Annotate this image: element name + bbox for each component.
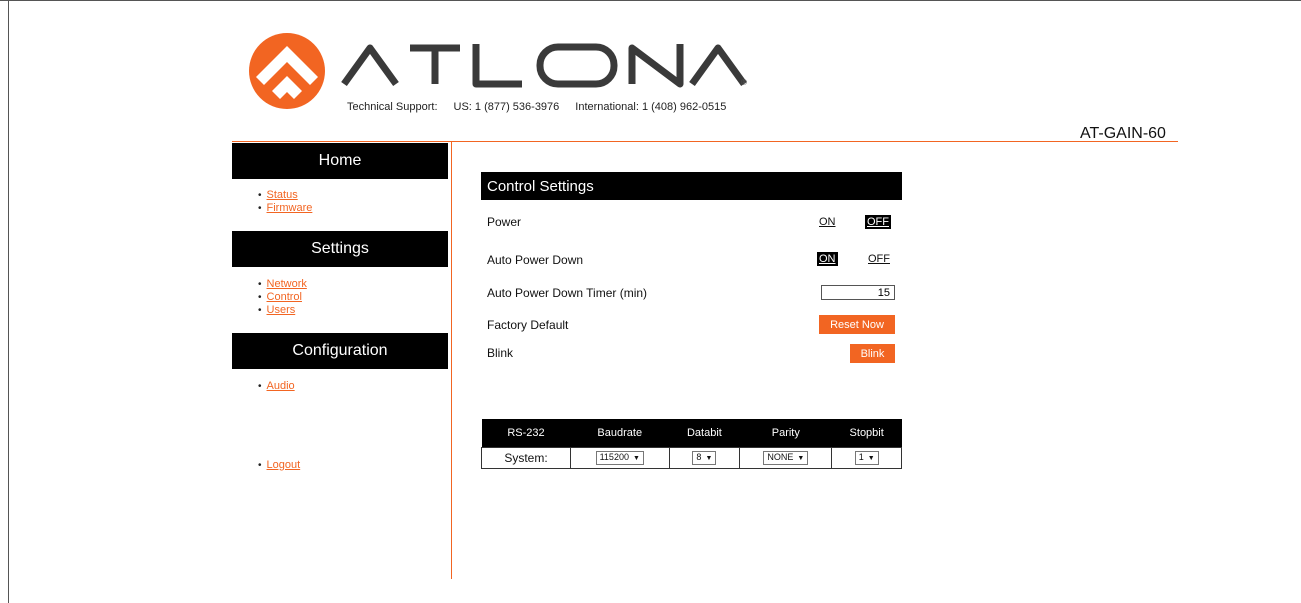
sidebar-item-audio: Audio	[258, 380, 295, 393]
atlona-wordmark	[341, 43, 747, 88]
sidebar-item-users: Users	[258, 304, 307, 317]
support-intl: International: 1 (408) 962-0515	[575, 101, 727, 113]
auto-power-down-label: Auto Power Down	[487, 253, 584, 267]
chevron-down-icon: ▼	[797, 455, 805, 462]
parity-cell: NONE ▼	[739, 447, 833, 469]
chevron-down-icon: ▼	[632, 455, 640, 462]
databit-select[interactable]: 8 ▼	[692, 451, 717, 465]
stopbit-select[interactable]: 1 ▼	[854, 451, 879, 465]
databit-header: Databit	[669, 419, 740, 448]
support-info: Technical Support: US: 1 (877) 536-3976 In…	[347, 101, 726, 113]
logout-link[interactable]: Logout	[267, 459, 301, 471]
window-left-border	[8, 0, 9, 603]
atlona-logo-icon	[249, 33, 325, 109]
parity-select[interactable]: NONE ▼	[763, 451, 809, 465]
baudrate-select[interactable]: 115200 ▼	[595, 451, 644, 465]
system-label: System:	[481, 447, 571, 469]
stopbit-header: Stopbit	[831, 419, 902, 448]
audio-link[interactable]: Audio	[267, 380, 295, 392]
registered-mark: ®	[741, 78, 747, 87]
network-link[interactable]: Network	[267, 278, 307, 290]
window-top-border	[0, 0, 1301, 1]
rs232-table: RS-232 Baudrate Databit Parity Stopbit S…	[481, 419, 902, 469]
baudrate-cell: 115200 ▼	[569, 447, 670, 469]
users-link[interactable]: Users	[267, 304, 296, 316]
baudrate-header: Baudrate	[570, 419, 670, 448]
timer-input[interactable]	[821, 285, 895, 300]
settings-nav: Network Control Users	[258, 278, 307, 317]
reset-now-button[interactable]: Reset Now	[819, 315, 895, 334]
status-link[interactable]: Status	[267, 189, 298, 201]
sidebar-item-network: Network	[258, 278, 307, 291]
chevron-down-icon: ▼	[867, 455, 875, 462]
support-us: US: 1 (877) 536-3976	[453, 101, 560, 113]
sidebar-heading-configuration: Configuration	[232, 333, 448, 369]
databit-value: 8	[696, 452, 702, 462]
factory-default-label: Factory Default	[487, 318, 569, 332]
sidebar-item-logout: Logout	[258, 459, 301, 472]
stopbit-cell: 1 ▼	[831, 447, 902, 469]
header-divider	[232, 141, 1178, 142]
configuration-nav: Audio	[258, 380, 295, 393]
support-label: Technical Support:	[347, 101, 438, 113]
rs232-header: RS-232	[481, 419, 571, 448]
control-link[interactable]: Control	[267, 291, 302, 303]
auto-power-down-off-toggle[interactable]: OFF	[866, 252, 892, 266]
auto-power-down-on-toggle[interactable]: ON	[817, 252, 838, 266]
parity-value: NONE	[767, 452, 794, 462]
baudrate-value: 115200	[599, 452, 629, 462]
parity-header: Parity	[739, 419, 832, 448]
table-row: System: 115200 ▼ 8 ▼ NONE ▼ 1 ▼	[481, 447, 902, 469]
blink-label: Blink	[487, 346, 514, 360]
sidebar-divider	[451, 142, 452, 579]
chevron-down-icon: ▼	[705, 455, 713, 462]
databit-cell: 8 ▼	[668, 447, 741, 469]
firmware-link[interactable]: Firmware	[267, 202, 313, 214]
sidebar-item-firmware: Firmware	[258, 202, 313, 215]
sidebar-item-control: Control	[258, 291, 307, 304]
stopbit-value: 1	[858, 452, 864, 462]
sidebar-item-status: Status	[258, 189, 312, 202]
timer-label: Auto Power Down Timer (min)	[487, 286, 648, 300]
sidebar-heading-home: Home	[232, 143, 448, 179]
control-settings-title: Control Settings	[481, 172, 902, 200]
home-nav: Status Firmware	[258, 189, 313, 215]
blink-button[interactable]: Blink	[850, 344, 895, 363]
power-off-toggle[interactable]: OFF	[865, 215, 891, 229]
sidebar-heading-settings: Settings	[232, 231, 448, 267]
power-label: Power	[487, 215, 522, 229]
logout-nav: Logout	[258, 459, 301, 472]
power-on-toggle[interactable]: ON	[817, 215, 838, 229]
